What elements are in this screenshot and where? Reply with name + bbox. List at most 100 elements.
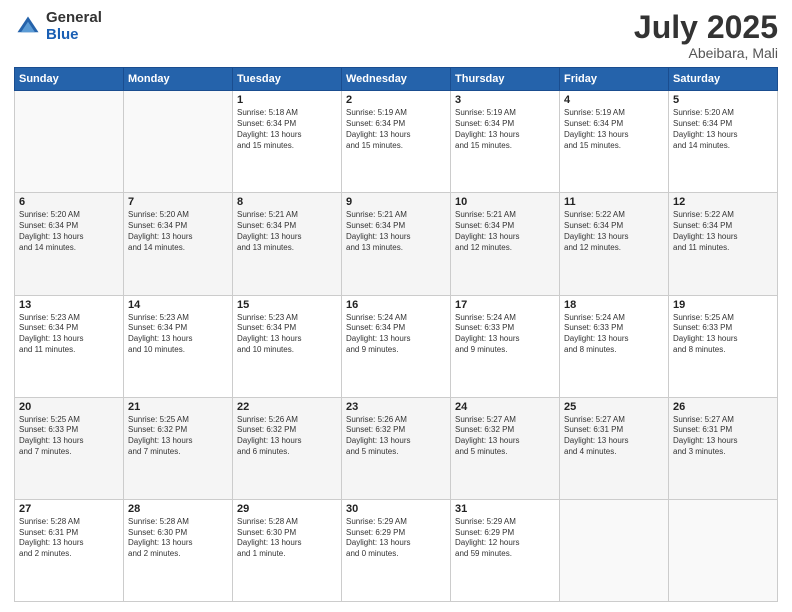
day-info: Sunrise: 5:28 AM Sunset: 6:30 PM Dayligh…	[237, 517, 337, 560]
calendar-cell: 20 Sunrise: 5:25 AM Sunset: 6:33 PM Dayli…	[15, 397, 124, 499]
day-info: Sunrise: 5:25 AM Sunset: 6:33 PM Dayligh…	[19, 415, 119, 458]
day-info: Sunrise: 5:29 AM Sunset: 6:29 PM Dayligh…	[346, 517, 446, 560]
day-number: 3	[455, 94, 555, 106]
day-info: Sunrise: 5:23 AM Sunset: 6:34 PM Dayligh…	[237, 313, 337, 356]
calendar-header-row: SundayMondayTuesdayWednesdayThursdayFrid…	[15, 68, 778, 91]
day-info: Sunrise: 5:24 AM Sunset: 6:34 PM Dayligh…	[346, 313, 446, 356]
day-info: Sunrise: 5:19 AM Sunset: 6:34 PM Dayligh…	[346, 108, 446, 151]
day-number: 17	[455, 299, 555, 311]
day-info: Sunrise: 5:27 AM Sunset: 6:31 PM Dayligh…	[673, 415, 773, 458]
logo-blue-text: Blue	[46, 27, 102, 44]
day-info: Sunrise: 5:20 AM Sunset: 6:34 PM Dayligh…	[19, 210, 119, 253]
calendar-cell: 23 Sunrise: 5:26 AM Sunset: 6:32 PM Dayli…	[342, 397, 451, 499]
page: General Blue July 2025 Abeibara, Mali Su…	[0, 0, 792, 612]
calendar-cell: 8Sunrise: 5:21 AM Sunset: 6:34 PM Daylig…	[233, 193, 342, 295]
day-info: Sunrise: 5:26 AM Sunset: 6:32 PM Dayligh…	[237, 415, 337, 458]
calendar-week-row: 27Sunrise: 5:28 AM Sunset: 6:31 PM Dayli…	[15, 499, 778, 601]
calendar-week-row: 20 Sunrise: 5:25 AM Sunset: 6:33 PM Dayli…	[15, 397, 778, 499]
day-number: 7	[128, 196, 228, 208]
calendar-cell: 28Sunrise: 5:28 AM Sunset: 6:30 PM Dayli…	[124, 499, 233, 601]
calendar-cell: 22 Sunrise: 5:26 AM Sunset: 6:32 PM Dayli…	[233, 397, 342, 499]
calendar-cell: 19 Sunrise: 5:25 AM Sunset: 6:33 PM Dayli…	[669, 295, 778, 397]
calendar-cell	[560, 499, 669, 601]
calendar-cell: 16 Sunrise: 5:24 AM Sunset: 6:34 PM Dayli…	[342, 295, 451, 397]
calendar-cell: 6Sunrise: 5:20 AM Sunset: 6:34 PM Daylig…	[15, 193, 124, 295]
calendar-header-saturday: Saturday	[669, 68, 778, 91]
day-info: Sunrise: 5:21 AM Sunset: 6:34 PM Dayligh…	[455, 210, 555, 253]
calendar-cell: 11 Sunrise: 5:22 AM Sunset: 6:34 PM Dayli…	[560, 193, 669, 295]
calendar-week-row: 13Sunrise: 5:23 AM Sunset: 6:34 PM Dayli…	[15, 295, 778, 397]
calendar-cell: 7Sunrise: 5:20 AM Sunset: 6:34 PM Daylig…	[124, 193, 233, 295]
day-number: 12	[673, 196, 773, 208]
day-number: 22	[237, 401, 337, 413]
calendar-cell: 18Sunrise: 5:24 AM Sunset: 6:33 PM Dayli…	[560, 295, 669, 397]
day-number: 21	[128, 401, 228, 413]
day-number: 20	[19, 401, 119, 413]
calendar-header-wednesday: Wednesday	[342, 68, 451, 91]
day-number: 25	[564, 401, 664, 413]
day-number: 11	[564, 196, 664, 208]
title-month: July 2025	[634, 10, 778, 45]
header: General Blue July 2025 Abeibara, Mali	[14, 10, 778, 61]
calendar-cell: 26 Sunrise: 5:27 AM Sunset: 6:31 PM Dayli…	[669, 397, 778, 499]
day-number: 26	[673, 401, 773, 413]
day-info: Sunrise: 5:24 AM Sunset: 6:33 PM Dayligh…	[455, 313, 555, 356]
day-info: Sunrise: 5:25 AM Sunset: 6:32 PM Dayligh…	[128, 415, 228, 458]
day-number: 15	[237, 299, 337, 311]
day-info: Sunrise: 5:25 AM Sunset: 6:33 PM Dayligh…	[673, 313, 773, 356]
calendar-table: SundayMondayTuesdayWednesdayThursdayFrid…	[14, 67, 778, 602]
day-info: Sunrise: 5:19 AM Sunset: 6:34 PM Dayligh…	[455, 108, 555, 151]
logo-icon	[14, 13, 42, 41]
calendar-cell: 2 Sunrise: 5:19 AM Sunset: 6:34 PM Daylig…	[342, 91, 451, 193]
day-number: 14	[128, 299, 228, 311]
day-info: Sunrise: 5:26 AM Sunset: 6:32 PM Dayligh…	[346, 415, 446, 458]
day-number: 2	[346, 94, 446, 106]
day-number: 4	[564, 94, 664, 106]
calendar-header-friday: Friday	[560, 68, 669, 91]
calendar-cell: 31 Sunrise: 5:29 AM Sunset: 6:29 PM Dayli…	[451, 499, 560, 601]
calendar-header-sunday: Sunday	[15, 68, 124, 91]
calendar-cell: 4Sunrise: 5:19 AM Sunset: 6:34 PM Daylig…	[560, 91, 669, 193]
calendar-cell: 9Sunrise: 5:21 AM Sunset: 6:34 PM Daylig…	[342, 193, 451, 295]
day-number: 30	[346, 503, 446, 515]
day-info: Sunrise: 5:29 AM Sunset: 6:29 PM Dayligh…	[455, 517, 555, 560]
calendar-cell: 25 Sunrise: 5:27 AM Sunset: 6:31 PM Dayli…	[560, 397, 669, 499]
day-number: 19	[673, 299, 773, 311]
title-block: July 2025 Abeibara, Mali	[634, 10, 778, 61]
day-info: Sunrise: 5:22 AM Sunset: 6:34 PM Dayligh…	[564, 210, 664, 253]
day-info: Sunrise: 5:27 AM Sunset: 6:31 PM Dayligh…	[564, 415, 664, 458]
calendar-cell: 27Sunrise: 5:28 AM Sunset: 6:31 PM Dayli…	[15, 499, 124, 601]
day-number: 23	[346, 401, 446, 413]
calendar-cell	[124, 91, 233, 193]
day-number: 10	[455, 196, 555, 208]
calendar-cell: 1 Sunrise: 5:18 AM Sunset: 6:34 PM Daylig…	[233, 91, 342, 193]
day-number: 5	[673, 94, 773, 106]
calendar-cell: 17 Sunrise: 5:24 AM Sunset: 6:33 PM Dayli…	[451, 295, 560, 397]
day-number: 29	[237, 503, 337, 515]
calendar-cell: 3 Sunrise: 5:19 AM Sunset: 6:34 PM Daylig…	[451, 91, 560, 193]
logo-text: General Blue	[46, 10, 102, 43]
day-number: 1	[237, 94, 337, 106]
calendar-cell: 24 Sunrise: 5:27 AM Sunset: 6:32 PM Dayli…	[451, 397, 560, 499]
calendar-cell: 12 Sunrise: 5:22 AM Sunset: 6:34 PM Dayli…	[669, 193, 778, 295]
calendar-cell: 29 Sunrise: 5:28 AM Sunset: 6:30 PM Dayli…	[233, 499, 342, 601]
calendar-header-thursday: Thursday	[451, 68, 560, 91]
day-number: 24	[455, 401, 555, 413]
title-location: Abeibara, Mali	[634, 45, 778, 61]
day-info: Sunrise: 5:18 AM Sunset: 6:34 PM Dayligh…	[237, 108, 337, 151]
calendar-cell: 15 Sunrise: 5:23 AM Sunset: 6:34 PM Dayli…	[233, 295, 342, 397]
calendar-cell: 30 Sunrise: 5:29 AM Sunset: 6:29 PM Dayli…	[342, 499, 451, 601]
day-info: Sunrise: 5:20 AM Sunset: 6:34 PM Dayligh…	[673, 108, 773, 151]
day-info: Sunrise: 5:27 AM Sunset: 6:32 PM Dayligh…	[455, 415, 555, 458]
day-info: Sunrise: 5:23 AM Sunset: 6:34 PM Dayligh…	[19, 313, 119, 356]
day-number: 16	[346, 299, 446, 311]
calendar-week-row: 1 Sunrise: 5:18 AM Sunset: 6:34 PM Daylig…	[15, 91, 778, 193]
day-number: 8	[237, 196, 337, 208]
calendar-cell: 21 Sunrise: 5:25 AM Sunset: 6:32 PM Dayli…	[124, 397, 233, 499]
day-info: Sunrise: 5:28 AM Sunset: 6:30 PM Dayligh…	[128, 517, 228, 560]
day-info: Sunrise: 5:22 AM Sunset: 6:34 PM Dayligh…	[673, 210, 773, 253]
calendar-header-monday: Monday	[124, 68, 233, 91]
day-number: 9	[346, 196, 446, 208]
calendar-cell: 13Sunrise: 5:23 AM Sunset: 6:34 PM Dayli…	[15, 295, 124, 397]
day-number: 31	[455, 503, 555, 515]
